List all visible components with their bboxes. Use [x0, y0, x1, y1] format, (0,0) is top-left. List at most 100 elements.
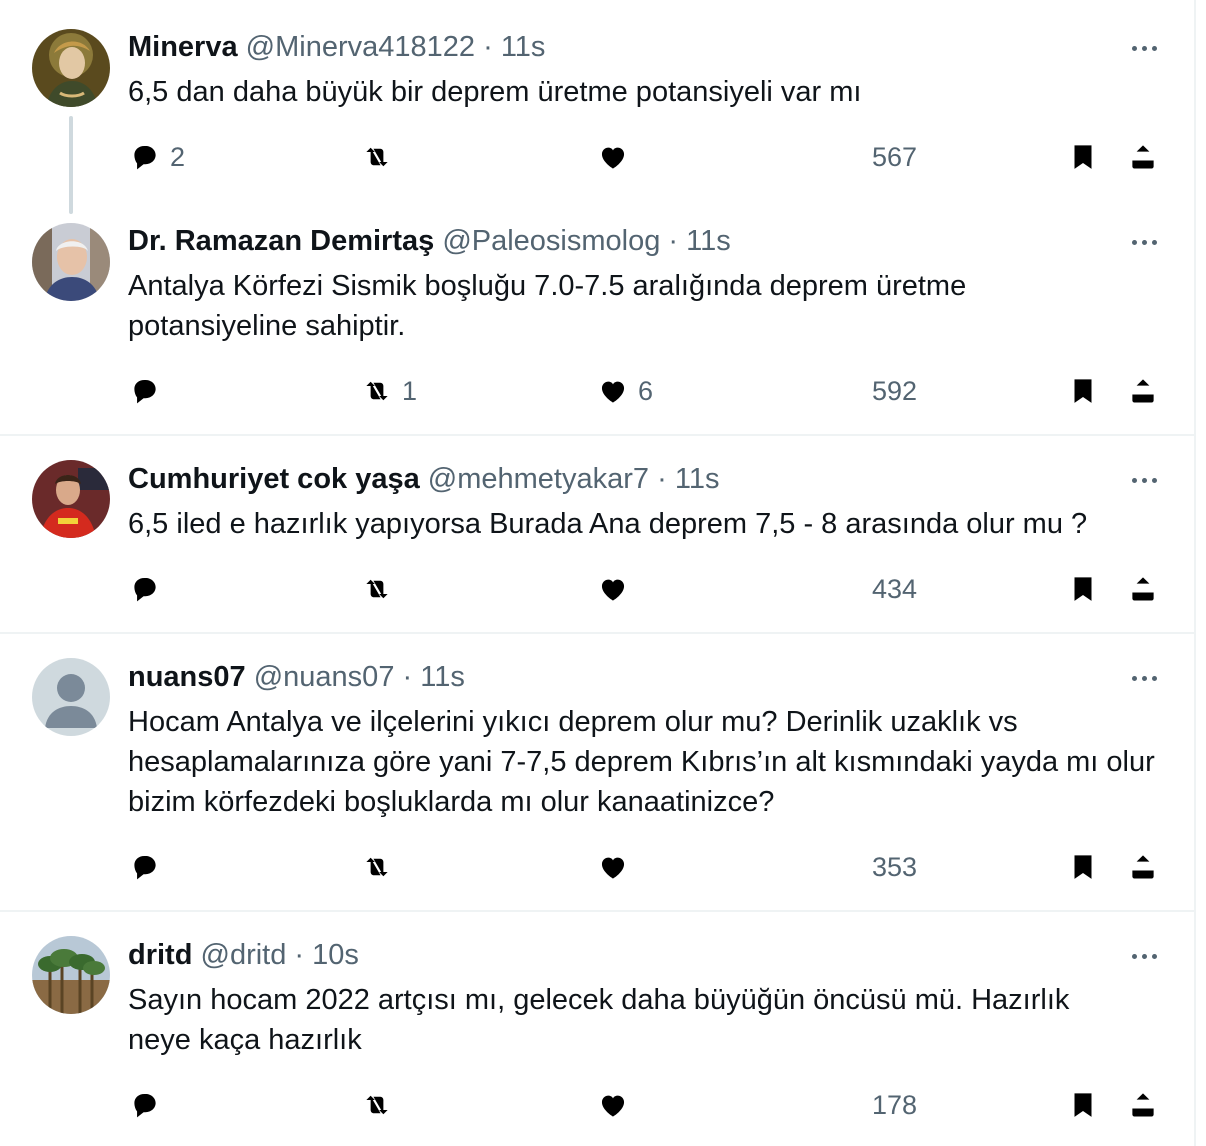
- tweet-text: Antalya Körfezi Sismik boşluğu 7.0-7.5 a…: [128, 270, 967, 342]
- avatar[interactable]: [32, 29, 110, 107]
- tweet-text: Sayın hocam 2022 artçısı mı, gelecek dah…: [128, 984, 1070, 1056]
- separator-dot: ·: [668, 225, 679, 257]
- more-icon[interactable]: [1124, 465, 1164, 495]
- tweet-text: 6,5 iled e hazırlık yapıyorsa Burada Ana…: [128, 508, 1088, 540]
- retweet-button[interactable]: 1: [360, 371, 417, 411]
- reply-button[interactable]: [128, 1085, 170, 1125]
- heart-icon: [596, 572, 630, 606]
- heart-icon: [596, 1088, 630, 1122]
- share-button[interactable]: [1126, 137, 1160, 177]
- view-count: 353: [872, 851, 918, 882]
- author-handle[interactable]: @Minerva418122: [246, 31, 475, 63]
- separator-dot: ·: [294, 939, 305, 971]
- like-button[interactable]: [596, 137, 638, 177]
- tweet-actions: 2 567: [0, 137, 1196, 177]
- tweet-actions: 178: [0, 1085, 1196, 1125]
- reply-button[interactable]: [128, 371, 170, 411]
- separator-dot: ·: [657, 463, 667, 495]
- reply-icon: [128, 140, 162, 174]
- like-button[interactable]: [596, 1085, 638, 1125]
- reply-icon: [128, 572, 162, 606]
- share-button[interactable]: [1126, 847, 1160, 887]
- share-icon: [1126, 850, 1160, 884]
- avatar[interactable]: [32, 658, 110, 736]
- bookmark-button[interactable]: [1066, 847, 1100, 887]
- avatar[interactable]: [32, 223, 110, 301]
- retweet-button[interactable]: [360, 1085, 402, 1125]
- author-handle[interactable]: @mehmetyakar7: [428, 463, 649, 495]
- views-button[interactable]: 434: [830, 569, 917, 609]
- more-icon[interactable]: [1124, 33, 1164, 63]
- share-icon: [1126, 140, 1160, 174]
- bookmark-icon: [1066, 572, 1100, 606]
- author-name[interactable]: Dr. Ramazan Demirtaş: [128, 225, 434, 257]
- timestamp[interactable]: 10s: [312, 939, 359, 971]
- timestamp[interactable]: 11s: [686, 225, 731, 257]
- author-name[interactable]: Cumhuriyet cok yaşa: [128, 463, 420, 495]
- heart-icon: [596, 850, 630, 884]
- reply-button[interactable]: 2: [128, 137, 185, 177]
- view-count: 434: [872, 573, 918, 604]
- retweet-button[interactable]: [360, 569, 402, 609]
- timestamp[interactable]: 11s: [501, 31, 546, 63]
- reply-count: 2: [170, 141, 186, 172]
- author-name[interactable]: Minerva: [128, 31, 238, 63]
- views-icon: [830, 140, 864, 174]
- like-button[interactable]: [596, 847, 638, 887]
- retweet-count: 1: [402, 375, 418, 406]
- author-handle[interactable]: @nuans07: [254, 661, 395, 693]
- share-icon: [1126, 1088, 1160, 1122]
- views-button[interactable]: 567: [830, 137, 917, 177]
- retweet-icon: [360, 572, 394, 606]
- avatar[interactable]: [32, 460, 110, 538]
- timestamp[interactable]: 11s: [420, 661, 465, 693]
- more-icon[interactable]: [1124, 941, 1164, 971]
- author-handle[interactable]: @Paleosismolog: [442, 225, 660, 257]
- share-button[interactable]: [1126, 371, 1160, 411]
- timestamp[interactable]: 11s: [675, 463, 720, 495]
- avatar[interactable]: [32, 936, 110, 1014]
- bookmark-button[interactable]: [1066, 371, 1100, 411]
- reply-button[interactable]: [128, 569, 170, 609]
- retweet-button[interactable]: [360, 847, 402, 887]
- views-button[interactable]: 353: [830, 847, 917, 887]
- view-count: 592: [872, 375, 918, 406]
- tweet[interactable]: Cumhuriyet cok yaşa @mehmetyakar7 · 11s …: [0, 436, 1196, 632]
- reply-button[interactable]: [128, 847, 170, 887]
- like-count: 6: [638, 375, 654, 406]
- bookmark-icon: [1066, 850, 1100, 884]
- author-name[interactable]: dritd: [128, 939, 192, 971]
- reply-feed: Minerva @Minerva418122 · 11s 6,5 dan dah…: [0, 0, 1196, 1146]
- share-button[interactable]: [1126, 1085, 1160, 1125]
- author-name[interactable]: nuans07: [128, 661, 246, 693]
- author-handle[interactable]: @dritd: [201, 939, 287, 971]
- bookmark-button[interactable]: [1066, 569, 1100, 609]
- reply-icon: [128, 1088, 162, 1122]
- views-button[interactable]: 178: [830, 1085, 917, 1125]
- more-icon[interactable]: [1124, 227, 1164, 257]
- share-icon: [1126, 572, 1160, 606]
- share-button[interactable]: [1126, 569, 1160, 609]
- tweet-text: 6,5 dan daha büyük bir deprem üretme pot…: [128, 76, 862, 108]
- bookmark-button[interactable]: [1066, 137, 1100, 177]
- retweet-button[interactable]: [360, 137, 402, 177]
- view-count: 567: [872, 141, 918, 172]
- tweet[interactable]: nuans07 @nuans07 · 11s Hocam Antalya ve …: [0, 634, 1196, 910]
- bookmark-button[interactable]: [1066, 1085, 1100, 1125]
- view-count: 178: [872, 1089, 918, 1120]
- heart-icon: [596, 140, 630, 174]
- views-icon: [830, 374, 864, 408]
- tweet-actions: 434: [0, 569, 1196, 609]
- tweet[interactable]: dritd @dritd · 10s Sayın hocam 2022 artç…: [0, 912, 1196, 1146]
- separator-dot: ·: [402, 661, 413, 693]
- tweet[interactable]: Dr. Ramazan Demirtaş @Paleosismolog · 11…: [0, 200, 1196, 434]
- like-button[interactable]: 6: [596, 371, 653, 411]
- like-button[interactable]: [596, 569, 638, 609]
- share-icon: [1126, 374, 1160, 408]
- tweet[interactable]: Minerva @Minerva418122 · 11s 6,5 dan dah…: [0, 0, 1196, 214]
- views-icon: [830, 1088, 864, 1122]
- views-button[interactable]: 592: [830, 371, 917, 411]
- retweet-icon: [360, 1088, 394, 1122]
- retweet-icon: [360, 140, 394, 174]
- more-icon[interactable]: [1124, 663, 1164, 693]
